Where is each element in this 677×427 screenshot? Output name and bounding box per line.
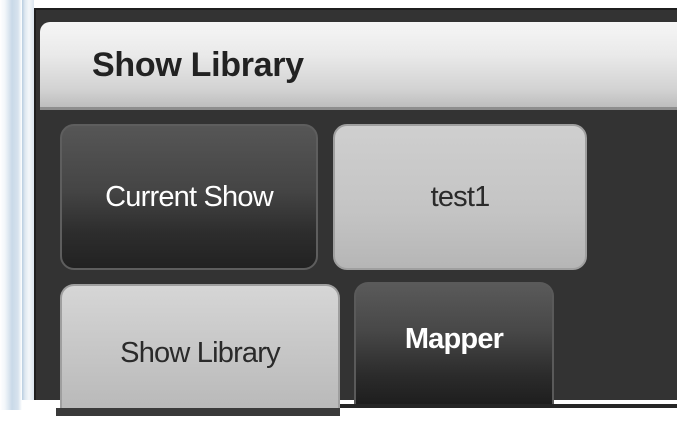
tab-mapper[interactable]: Mapper xyxy=(354,282,554,404)
tab-show-library[interactable]: Show Library xyxy=(60,284,340,410)
app-window: Show Library Current Show test1 Show Lib… xyxy=(0,0,677,427)
show-name-button[interactable]: test1 xyxy=(333,124,587,270)
page-title: Show Library xyxy=(92,46,304,84)
content-area-edge xyxy=(56,408,340,416)
left-border xyxy=(22,0,34,400)
current-show-button[interactable]: Current Show xyxy=(60,124,318,270)
title-bar: Show Library xyxy=(40,22,677,110)
left-edge-decoration xyxy=(0,0,22,410)
